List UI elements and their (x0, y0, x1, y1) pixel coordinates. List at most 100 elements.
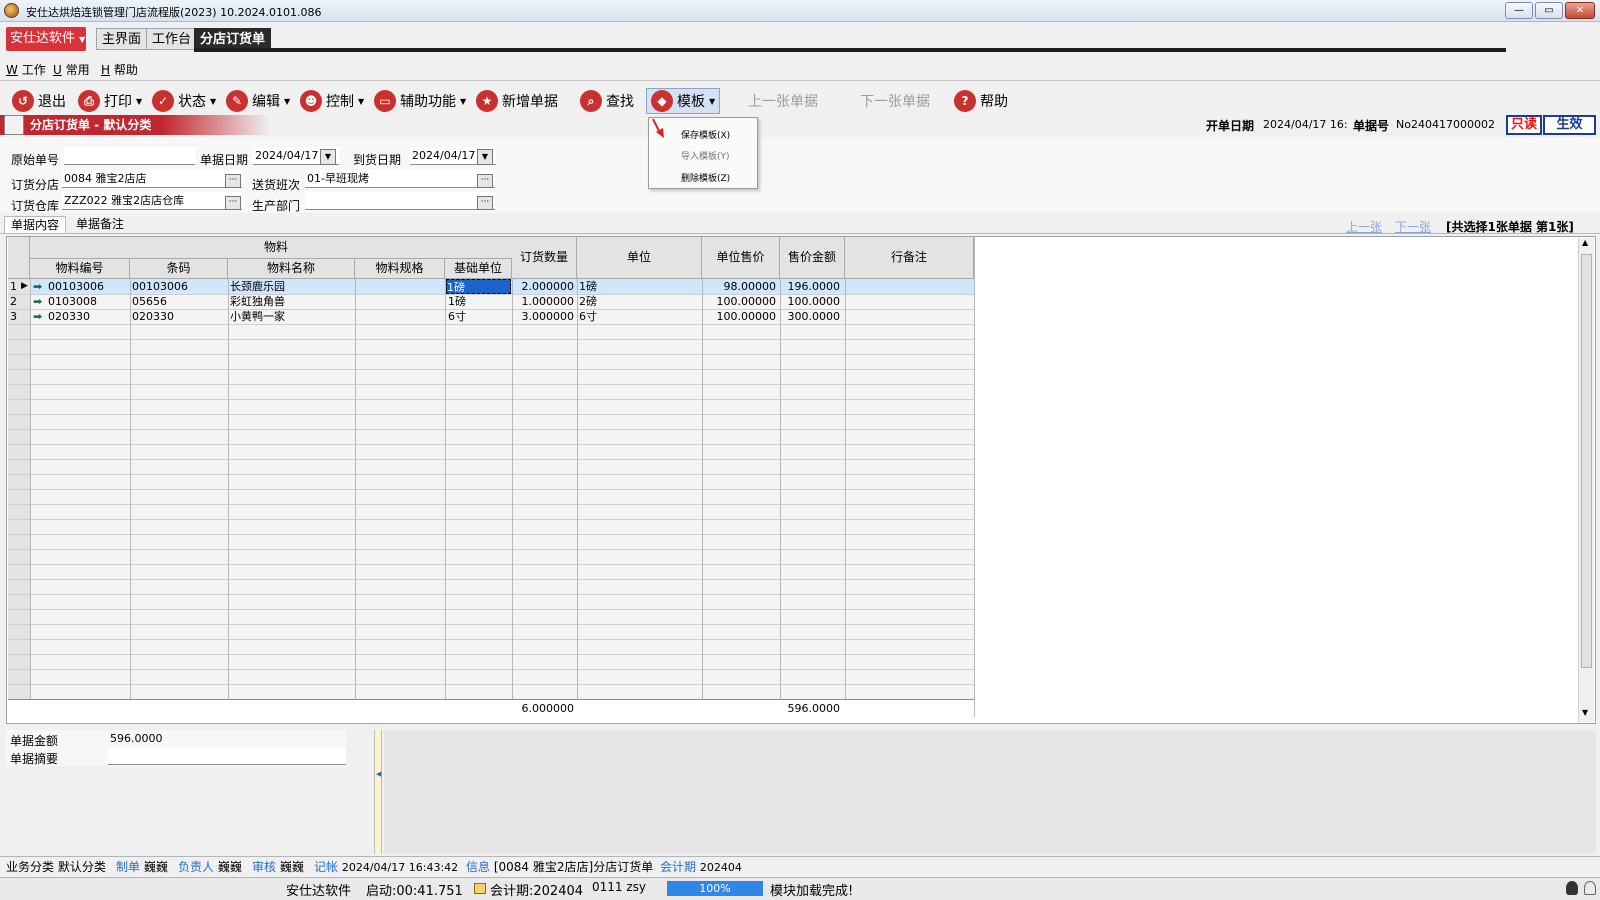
splitter-left-arrow-icon[interactable]: ◀ (376, 770, 381, 778)
scrollbar-thumb[interactable] (1581, 254, 1592, 668)
col-barcode[interactable]: 条码 (130, 259, 228, 279)
row-arrow-icon: ➡ (33, 280, 43, 293)
orig-no-field[interactable] (64, 147, 195, 165)
maker-value: 巍巍 (143, 860, 168, 874)
branch-picker-button[interactable]: ··· (225, 174, 241, 188)
col-row-remark[interactable]: 行备注 (845, 237, 974, 279)
row-price[interactable]: 100.00000 (704, 309, 777, 324)
scroll-up-icon[interactable]: ▲ (1582, 238, 1588, 247)
menu-item-import-template[interactable]: 导入模板(Y) (681, 149, 730, 162)
uptime: 启动:00:41.751 (366, 884, 463, 899)
menu-work[interactable]: W 工作 (6, 61, 46, 78)
shift-field[interactable]: 01-早班现烤 (305, 170, 495, 188)
col-material-name[interactable]: 物料名称 (228, 259, 355, 279)
control-button[interactable]: ☻ 控制 ▼ (300, 88, 364, 114)
maximize-button[interactable]: ▭ (1535, 2, 1563, 19)
template-button[interactable]: ◆ 模板 ▼ (646, 88, 721, 114)
row-base-unit[interactable]: 1磅 (446, 279, 511, 294)
status-post: 记帐 2024/04/17 16:43:42 (314, 859, 458, 875)
menu-common[interactable]: U 常用 (53, 61, 90, 78)
row-unit[interactable]: 1磅 (579, 279, 597, 294)
tab-doc-content[interactable]: 单据内容 (4, 216, 67, 233)
tab-workbench[interactable]: 工作台 (146, 28, 198, 50)
scroll-down-icon[interactable]: ▼ (1582, 708, 1588, 717)
user-status-icon[interactable] (1584, 881, 1596, 895)
col-order-qty[interactable]: 订货数量 (512, 237, 577, 279)
calendar-icon (474, 883, 486, 894)
row-amount[interactable]: 300.0000 (782, 309, 841, 324)
maker-label: 制单 (116, 860, 141, 874)
new-document-button[interactable]: ★ 新增单据 (476, 88, 558, 114)
row-code[interactable]: 00103006 (48, 279, 104, 294)
minimize-button[interactable]: — (1505, 2, 1533, 19)
row-amount[interactable]: 100.0000 (782, 294, 841, 309)
col-base-unit[interactable]: 基础单位 (445, 259, 512, 279)
col-material-code[interactable]: 物料编号 (30, 259, 130, 279)
find-button[interactable]: ⌕ 查找 (580, 88, 634, 114)
tab-main[interactable]: 主界面 (96, 28, 148, 50)
tab-branch-order[interactable]: 分店订货单 (194, 28, 272, 50)
row-base-unit[interactable]: 1磅 (448, 294, 466, 309)
orig-no-label: 原始单号 (11, 153, 60, 167)
col-unit[interactable]: 单位 (577, 237, 702, 279)
col-unit-price[interactable]: 单位售价 (702, 237, 780, 279)
row-unit[interactable]: 2磅 (579, 294, 597, 309)
doc-no-label: 单据号 (1353, 119, 1390, 133)
chevron-down-icon: ▼ (284, 96, 291, 106)
grid-scrollbar[interactable]: ▲ ▼ (1578, 238, 1594, 722)
shift-picker-button[interactable]: ··· (477, 174, 493, 188)
aux-functions-button[interactable]: ▭ 辅助功能 ▼ (374, 88, 466, 114)
row-amount[interactable]: 196.0000 (782, 279, 841, 294)
row-arrow-icon: ➡ (33, 310, 43, 323)
tab-doc-remarks[interactable]: 单据备注 (70, 216, 130, 233)
edit-button[interactable]: ✎ 编辑 ▼ (226, 88, 290, 114)
help-button[interactable]: ? 帮助 (954, 88, 1008, 114)
row-qty[interactable]: 3.000000 (514, 309, 575, 324)
pager-next-link[interactable]: 下一张 (1395, 218, 1431, 235)
pager-prev-link[interactable]: 上一张 (1346, 218, 1382, 235)
memo-field[interactable] (108, 748, 346, 765)
category-value: 默认分类 (57, 860, 106, 874)
warehouse-field[interactable]: ZZZ022 雅宝2店店仓库 (62, 192, 242, 210)
splitter[interactable] (374, 730, 382, 854)
row-qty[interactable]: 2.000000 (514, 279, 575, 294)
row-name[interactable]: 长颈鹿乐园 (230, 279, 285, 294)
row-barcode[interactable]: 05656 (132, 294, 167, 309)
row-price[interactable]: 100.00000 (704, 294, 777, 309)
owner-value: 巍巍 (217, 860, 242, 874)
menu-item-save-template[interactable]: 保存模板(X) (681, 128, 730, 141)
chevron-down-icon: ▼ (79, 35, 86, 44)
row-base-unit[interactable]: 6寸 (448, 309, 466, 324)
print-button[interactable]: ⎙ 打印 ▼ (78, 88, 142, 114)
row-code[interactable]: 020330 (48, 309, 90, 324)
arrival-date-dropdown[interactable]: ▼ (477, 149, 493, 165)
row-name[interactable]: 小黄鸭一家 (230, 309, 285, 324)
row-name[interactable]: 彩虹独角兽 (230, 294, 285, 309)
qq-icon[interactable] (1566, 881, 1578, 895)
exit-button[interactable]: ↺ 退出 (12, 88, 66, 114)
menu-help[interactable]: H 帮助 (101, 61, 138, 78)
row-price[interactable]: 98.00000 (704, 279, 777, 294)
next-document-button[interactable]: 下一张单据 (860, 88, 930, 114)
total-amount: 596.0000 (787, 702, 841, 715)
row-code[interactable]: 0103008 (48, 294, 97, 309)
close-button[interactable]: ✕ (1565, 2, 1595, 19)
brand-menu-button[interactable]: 安仕达软件 ▼ (6, 27, 86, 51)
menu-help-label: 帮助 (113, 63, 138, 77)
row-unit[interactable]: 6寸 (579, 309, 597, 324)
row-barcode[interactable]: 020330 (132, 309, 174, 324)
status-button[interactable]: ✓ 状态 ▼ (152, 88, 216, 114)
dept-field[interactable] (305, 192, 495, 210)
doc-date-dropdown[interactable]: ▼ (320, 149, 336, 165)
dept-picker-button[interactable]: ··· (477, 196, 493, 210)
branch-field[interactable]: 0084 雅宝2店店 (62, 170, 242, 188)
template-label: 模板 (677, 94, 705, 110)
warehouse-picker-button[interactable]: ··· (225, 196, 241, 210)
row-barcode[interactable]: 00103006 (132, 279, 188, 294)
col-amount[interactable]: 售价金额 (780, 237, 845, 279)
grid-hline (8, 594, 974, 595)
menu-item-delete-template[interactable]: 删除模板(Z) (681, 171, 730, 184)
prev-document-button[interactable]: 上一张单据 (748, 88, 818, 114)
col-spec[interactable]: 物料规格 (355, 259, 445, 279)
row-qty[interactable]: 1.000000 (514, 294, 575, 309)
